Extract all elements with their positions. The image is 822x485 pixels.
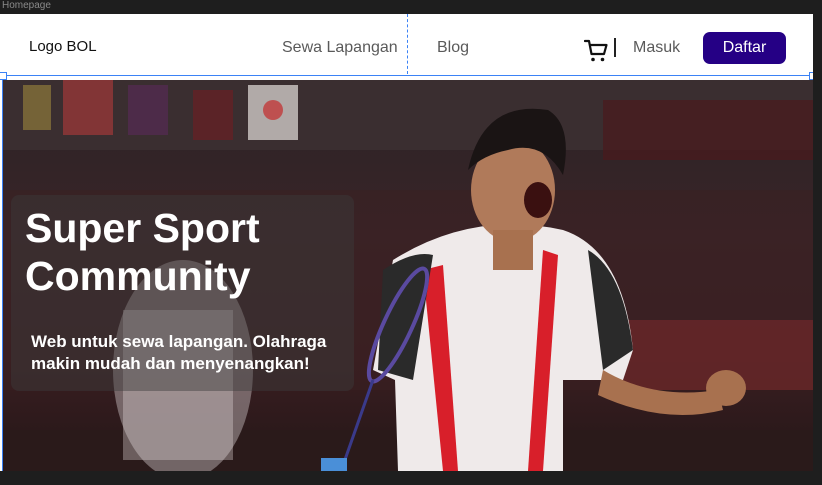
shopping-cart-icon[interactable] xyxy=(584,39,608,63)
register-button[interactable]: Daftar xyxy=(703,32,786,64)
logo[interactable]: Logo BOL xyxy=(29,38,97,55)
layout-guide xyxy=(407,14,408,74)
hero-title-line2: Community xyxy=(25,253,251,299)
frame-label: Homepage xyxy=(2,0,51,11)
navbar: Logo BOL Sewa Lapangan Blog Masuk Daftar xyxy=(0,14,813,76)
hero-title-line1: Super Sport xyxy=(25,205,260,251)
hero-section: Super Sport Community Web untuk sewa lap… xyxy=(2,80,813,471)
hero-title: Super Sport Community xyxy=(25,204,345,300)
hero-subtitle: Web untuk sewa lapangan. Olahraga makin … xyxy=(31,332,327,373)
nav-link-sewa-lapangan[interactable]: Sewa Lapangan xyxy=(282,39,398,57)
homepage-frame: Logo BOL Sewa Lapangan Blog Masuk Daftar xyxy=(0,14,813,471)
resize-handle-left[interactable] xyxy=(0,72,7,80)
canvas-bottom xyxy=(0,471,822,485)
login-link[interactable]: Masuk xyxy=(633,39,680,57)
resize-handle-right[interactable] xyxy=(809,72,813,80)
selection-outline xyxy=(2,75,813,76)
nav-link-blog[interactable]: Blog xyxy=(437,39,469,57)
nav-separator xyxy=(614,38,616,57)
